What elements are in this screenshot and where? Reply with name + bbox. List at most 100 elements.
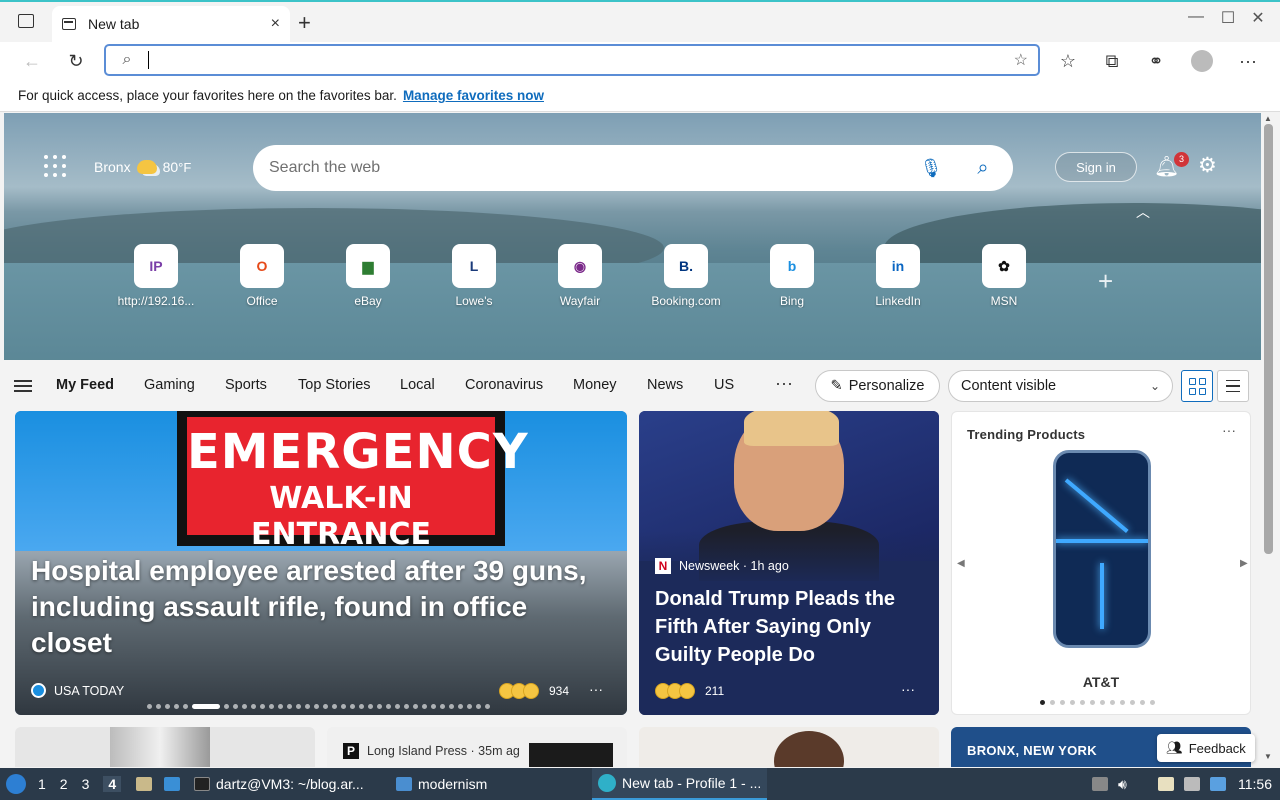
card-source[interactable]: N Newsweek · 1h ago (655, 558, 789, 574)
search-icon[interactable]: ⌕ (953, 157, 1013, 180)
scroll-down-arrow-icon[interactable]: ▼ (1264, 752, 1272, 761)
workspace-3[interactable]: 3 (82, 776, 90, 792)
close-window-button[interactable]: ✕ (1243, 8, 1273, 28)
trending-products-card[interactable]: Trending Products ··· ◀ ▶ AT&T (951, 411, 1251, 715)
microphone-icon[interactable]: 🎙 (909, 158, 953, 179)
carousel-dot[interactable] (1070, 700, 1075, 705)
workspace-1[interactable]: 1 (38, 776, 46, 792)
profile-avatar[interactable] (1186, 42, 1218, 80)
tray-icon[interactable] (1092, 768, 1108, 800)
carousel-dot[interactable] (278, 704, 283, 709)
carousel-dot[interactable] (165, 704, 170, 709)
clipboard-icon[interactable] (1158, 768, 1174, 800)
file-manager-icon[interactable] (136, 768, 152, 800)
scrollbar-thumb[interactable] (1264, 124, 1273, 554)
network-icon[interactable] (1184, 768, 1200, 800)
quick-link-1[interactable]: O Office (214, 244, 310, 308)
taskbar-folder[interactable]: modernism (396, 768, 487, 800)
carousel-dot[interactable] (449, 704, 454, 709)
feed-tab-0[interactable]: My Feed (56, 377, 114, 393)
carousel-dot[interactable] (431, 704, 436, 709)
carousel-dot[interactable] (1100, 700, 1105, 705)
back-icon[interactable]: ← (16, 42, 48, 80)
quick-link-5[interactable]: B. Booking.com (638, 244, 734, 308)
tab-actions-icon[interactable] (18, 14, 34, 28)
carousel-dot[interactable] (350, 704, 355, 709)
address-bar[interactable]: ⌕ ☆ (104, 44, 1040, 76)
add-favorite-icon[interactable]: ☆ (1014, 50, 1028, 70)
card-source[interactable]: P Long Island Press · 35m ag (343, 743, 520, 759)
news-card-hospital[interactable]: EMERGENCY WALK-IN ENTRANCE Hospital empl… (15, 411, 627, 715)
carousel-dot[interactable] (377, 704, 382, 709)
carousel-dot[interactable] (458, 704, 463, 709)
sign-in-button[interactable]: Sign in (1055, 152, 1137, 182)
card-more-button[interactable]: ··· (1222, 422, 1236, 438)
refresh-icon[interactable]: ↻ (60, 42, 92, 80)
collapse-chevron-icon[interactable]: ︿ (1136, 202, 1150, 222)
taskbar-browser[interactable]: New tab - Profile 1 - ... (592, 768, 768, 800)
content-visible-dropdown[interactable]: Content visible ⌄ (948, 370, 1173, 402)
product-brand[interactable]: AT&T (952, 674, 1250, 690)
news-card-partial[interactable]: P Long Island Press · 35m ag (327, 727, 627, 767)
quick-link-0[interactable]: IP http://192.16... (108, 244, 204, 308)
feedback-button[interactable]: 👥︎ Feedback (1157, 734, 1255, 762)
update-icon[interactable] (1210, 768, 1226, 800)
carousel-dot[interactable] (1150, 700, 1155, 705)
show-desktop-icon[interactable] (164, 768, 180, 800)
quick-link-8[interactable]: ✿ MSN (956, 244, 1052, 308)
collections-icon[interactable]: ⧉ (1096, 42, 1128, 80)
settings-more-icon[interactable]: ··· (1232, 42, 1264, 80)
app-launcher-icon[interactable] (44, 155, 66, 177)
feed-tab-8[interactable]: US (714, 377, 734, 393)
card-source[interactable]: USA TODAY (31, 683, 124, 698)
reactions[interactable]: 211 (655, 683, 724, 699)
reactions[interactable]: 934 (499, 683, 569, 699)
carousel-prev-icon[interactable]: ◀ (957, 558, 965, 569)
carousel-dot[interactable] (386, 704, 391, 709)
quick-link-3[interactable]: L Lowe's (426, 244, 522, 308)
carousel-dot[interactable] (174, 704, 179, 709)
feed-tab-2[interactable]: Sports (225, 377, 267, 393)
carousel-dot[interactable] (314, 704, 319, 709)
feed-tab-5[interactable]: Coronavirus (465, 377, 543, 393)
feed-tab-7[interactable]: News (647, 377, 683, 393)
news-card-partial[interactable] (639, 727, 939, 767)
page-settings-gear-icon[interactable]: ⚙ (1198, 153, 1217, 178)
carousel-dot[interactable] (1080, 700, 1085, 705)
carousel-dot[interactable] (242, 704, 247, 709)
scroll-up-arrow-icon[interactable]: ▲ (1264, 114, 1272, 123)
carousel-dot[interactable] (1140, 700, 1145, 705)
feed-tab-6[interactable]: Money (573, 377, 617, 393)
maximize-button[interactable]: ☐ (1213, 8, 1243, 28)
carousel-dot[interactable] (332, 704, 337, 709)
carousel-dot[interactable] (467, 704, 472, 709)
carousel-dot[interactable] (305, 704, 310, 709)
grid-view-button[interactable] (1181, 370, 1213, 402)
carousel-dot[interactable] (233, 704, 238, 709)
carousel-next-icon[interactable]: ▶ (1240, 558, 1248, 569)
weather-widget[interactable]: Bronx 80°F (94, 159, 191, 175)
feed-tab-4[interactable]: Local (400, 377, 435, 393)
carousel-dot[interactable] (1110, 700, 1115, 705)
carousel-dot[interactable] (413, 704, 418, 709)
news-card-trump[interactable]: N Newsweek · 1h ago Donald Trump Pleads … (639, 411, 939, 715)
carousel-dot[interactable] (476, 704, 481, 709)
volume-icon[interactable]: 🔊︎ (1118, 768, 1127, 800)
more-topics-button[interactable]: ··· (775, 373, 793, 394)
workspace-2[interactable]: 2 (60, 776, 68, 792)
add-site-button[interactable]: + (1098, 266, 1113, 297)
start-menu-icon[interactable] (6, 768, 26, 800)
tab-new-tab[interactable]: New tab × (52, 6, 290, 42)
feed-tab-1[interactable]: Gaming (144, 377, 195, 393)
card-headline[interactable]: Hospital employee arrested after 39 guns… (31, 553, 611, 661)
extensions-icon[interactable]: ⚭ (1140, 42, 1172, 80)
carousel-dot[interactable] (183, 704, 188, 709)
carousel-dot[interactable] (260, 704, 265, 709)
carousel-dot[interactable] (1120, 700, 1125, 705)
minimize-button[interactable]: — (1181, 8, 1211, 26)
carousel-dot[interactable] (224, 704, 229, 709)
carousel-dot[interactable] (1050, 700, 1055, 705)
carousel-dot[interactable] (287, 704, 292, 709)
carousel-dot[interactable] (269, 704, 274, 709)
news-card-partial[interactable] (15, 727, 315, 767)
